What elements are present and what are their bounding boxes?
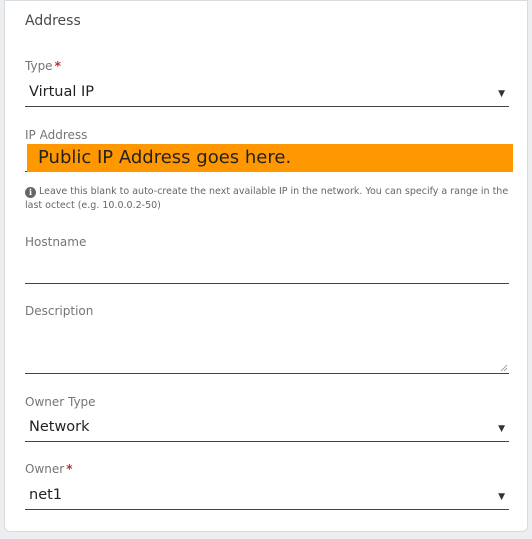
address-form-panel: Address Type * Virtual IP ▼ IP Address Pu… [4, 0, 528, 532]
hostname-input[interactable] [25, 283, 509, 284]
owner-label-text: Owner [25, 462, 65, 476]
ip-address-annotation: Public IP Address goes here. [27, 144, 513, 172]
resize-handle-icon[interactable] [500, 364, 508, 372]
owner-select[interactable]: net1 ▼ [25, 486, 509, 510]
ip-address-annotation-text: Public IP Address goes here. [38, 147, 292, 168]
ip-address-help: i Leave this blank to auto-create the nex… [25, 185, 511, 213]
section-title: Address [25, 13, 81, 29]
owner-type-label: Owner Type [25, 395, 96, 409]
required-mark: * [54, 59, 61, 73]
chevron-down-icon: ▼ [498, 89, 505, 99]
owner-label: Owner * [25, 462, 72, 476]
description-label: Description [25, 304, 94, 318]
owner-select-value: net1 [29, 487, 63, 503]
ip-address-help-text: Leave this blank to auto-create the next… [25, 186, 509, 211]
description-textarea[interactable] [25, 327, 509, 374]
type-label: Type * [25, 59, 61, 73]
info-icon: i [25, 187, 36, 198]
required-mark: * [66, 462, 73, 476]
owner-type-select-value: Network [29, 419, 90, 435]
type-label-text: Type [25, 59, 53, 73]
chevron-down-icon: ▼ [498, 424, 505, 434]
type-select-value: Virtual IP [29, 84, 95, 100]
ip-address-label: IP Address [25, 128, 88, 142]
chevron-down-icon: ▼ [498, 492, 505, 502]
hostname-label: Hostname [25, 235, 87, 249]
owner-type-select[interactable]: Network ▼ [25, 418, 509, 442]
type-select[interactable]: Virtual IP ▼ [25, 83, 509, 107]
